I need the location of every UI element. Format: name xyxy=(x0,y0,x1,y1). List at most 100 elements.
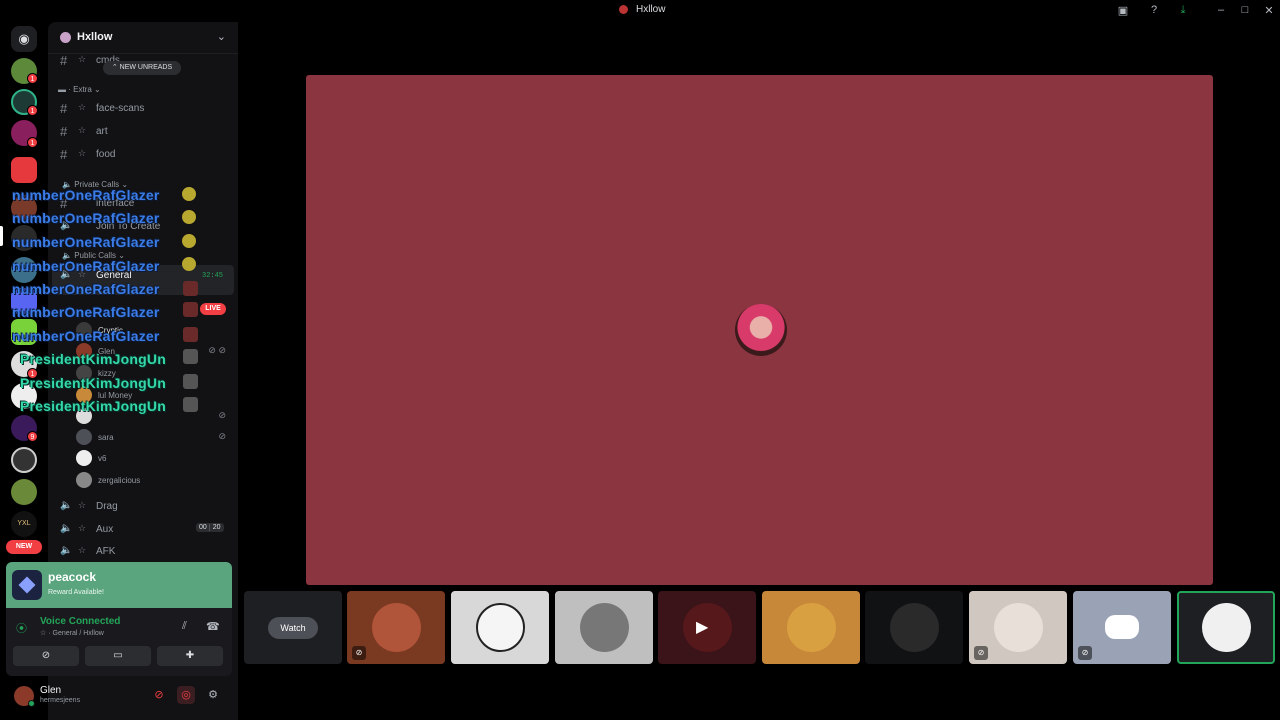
stream-preview-tile[interactable]: Watch xyxy=(244,591,342,664)
emote-icon xyxy=(182,257,196,271)
discord-home-icon[interactable]: ◉ xyxy=(11,26,37,52)
activities-button[interactable]: ✚ xyxy=(157,646,223,666)
watch-button[interactable]: Watch xyxy=(268,617,318,639)
deafen-icon[interactable]: ◎ xyxy=(177,686,195,704)
unread-badge: 1 xyxy=(27,137,38,148)
speaker-icon: 🔈 xyxy=(60,523,73,534)
overlay-name: PresidentKimJongUn xyxy=(20,351,166,367)
inbox-icon[interactable]: ▣ xyxy=(1115,4,1131,17)
overlay-name: numberOneRafGlazer xyxy=(12,258,160,274)
voice-member-zergalicious[interactable]: zergalicious xyxy=(76,470,232,490)
participant-tile[interactable]: ⊘ xyxy=(1073,591,1171,664)
speaker-avatar xyxy=(735,304,787,356)
maximize-icon[interactable]: □ xyxy=(1237,4,1253,16)
server-icon-4[interactable] xyxy=(11,157,37,183)
muted-icon: ⊘ xyxy=(1078,646,1092,660)
peacock-promo[interactable]: peacock Reward Available! xyxy=(6,562,232,608)
avatar xyxy=(787,603,836,652)
voice-member-v6[interactable]: v6 xyxy=(76,448,232,468)
user-count: 00 20 xyxy=(196,523,224,532)
channel-food[interactable]: # ☆ food xyxy=(52,144,234,165)
muted-icon: ⊘ xyxy=(218,431,226,441)
avatar xyxy=(994,603,1043,652)
new-unreads-pill[interactable]: ⌃ NEW UNREADS xyxy=(103,61,181,75)
star-icon: ☆ xyxy=(78,125,87,135)
avatar xyxy=(76,429,92,445)
camera-icon: ▶ xyxy=(696,619,709,636)
noise-suppression-icon[interactable]: ⫽ xyxy=(182,620,187,633)
user-panel: Glen hermesjeens ⊘ ◎ ⚙ xyxy=(6,678,232,714)
hash-icon: # xyxy=(60,101,68,116)
overlay-name: PresidentKimJongUn xyxy=(20,375,166,391)
participant-tile[interactable] xyxy=(762,591,860,664)
unread-badge: 1 xyxy=(27,105,38,116)
muted-icon: ⊘ xyxy=(218,410,226,420)
channel-drag[interactable]: 🔈 ☆ Drag xyxy=(52,496,234,517)
camera-off-button[interactable]: ⊘ xyxy=(13,646,79,666)
overlay-name: numberOneRafGlazer xyxy=(12,210,160,226)
download-icon[interactable]: ⤓ xyxy=(1175,4,1191,17)
emote-icon xyxy=(182,187,196,201)
participant-tile-speaking[interactable] xyxy=(1177,591,1275,664)
title-bar: Hxllow ▣ ? ⤓ – □ ✕ xyxy=(0,0,1280,22)
focused-video-tile[interactable] xyxy=(306,75,1213,585)
participant-tile[interactable]: ▶ xyxy=(658,591,756,664)
overlay-name: numberOneRafGlazer xyxy=(12,281,160,297)
server-icon-13[interactable] xyxy=(11,447,37,473)
stream-thumbnail xyxy=(183,302,198,317)
avatar xyxy=(580,603,629,652)
muted-icon: ⊘ xyxy=(974,646,988,660)
voice-status[interactable]: Voice Connected xyxy=(40,616,120,627)
channel-aux[interactable]: 🔈 ☆ Aux 00 20 xyxy=(52,519,234,540)
speaker-icon: 🔈 xyxy=(60,500,73,511)
emote-icon xyxy=(182,234,196,248)
active-server-indicator xyxy=(0,226,3,246)
star-icon: ☆ xyxy=(78,102,87,112)
participant-tile[interactable] xyxy=(555,591,653,664)
speaker-icon: 🔈 xyxy=(60,545,73,556)
star-icon: ☆ xyxy=(78,523,87,533)
minimize-icon[interactable]: – xyxy=(1213,4,1229,16)
live-badge: LIVE xyxy=(200,303,226,315)
hash-icon: # xyxy=(60,147,68,162)
window-title: Hxllow xyxy=(636,4,666,15)
chevron-down-icon[interactable]: ⌄ xyxy=(217,30,226,43)
unread-badge: 9 xyxy=(27,431,38,442)
disconnect-icon[interactable]: ☎ xyxy=(206,620,220,633)
overlay-name: PresidentKimJongUn xyxy=(20,398,166,414)
participant-tile[interactable]: ⊘ xyxy=(347,591,445,664)
screen-share-button[interactable]: ▭ xyxy=(85,646,151,666)
call-timer: 32:45 xyxy=(202,272,224,280)
avatar xyxy=(76,472,92,488)
help-icon[interactable]: ? xyxy=(1146,4,1162,16)
emote-icon xyxy=(182,210,196,224)
voice-location[interactable]: ☆ · General / Hxllow xyxy=(40,629,104,637)
avatar xyxy=(76,450,92,466)
channel-art[interactable]: # ☆ art xyxy=(52,121,234,142)
discord-logo-icon xyxy=(1105,615,1139,639)
user-handle: hermesjeens xyxy=(40,697,81,704)
stream-thumbnail xyxy=(183,281,198,296)
signal-icon[interactable]: ⦿ xyxy=(16,620,27,636)
close-icon[interactable]: ✕ xyxy=(1261,4,1277,17)
overlay-name: numberOneRafGlazer xyxy=(12,234,160,250)
avatar xyxy=(1202,603,1251,652)
gear-icon[interactable]: ⚙ xyxy=(204,686,222,704)
user-name[interactable]: Glen xyxy=(40,685,61,696)
star-icon: ☆ xyxy=(78,500,87,510)
mute-mic-icon[interactable]: ⊘ xyxy=(150,686,168,704)
server-icon-15[interactable]: YXL xyxy=(11,511,37,537)
peacock-logo-icon xyxy=(12,570,42,600)
overlay-name: numberOneRafGlazer xyxy=(12,328,160,344)
participant-tile[interactable]: ⊘ xyxy=(969,591,1067,664)
category-extra[interactable]: ▬ · Extra ⌄ xyxy=(58,85,101,94)
new-servers-badge[interactable]: NEW xyxy=(6,540,42,554)
participant-tile[interactable] xyxy=(865,591,963,664)
hash-icon: # xyxy=(60,53,68,68)
server-icon-14[interactable] xyxy=(11,479,37,505)
channel-face-scans[interactable]: # ☆ face-scans xyxy=(52,98,234,119)
voice-connection-panel: ⦿ Voice Connected ☆ · General / Hxllow ⫽… xyxy=(6,608,232,676)
voice-member-sara[interactable]: sara ⊘ xyxy=(76,427,232,447)
channel-afk[interactable]: 🔈 ☆ AFK xyxy=(52,541,234,562)
participant-tile[interactable] xyxy=(451,591,549,664)
